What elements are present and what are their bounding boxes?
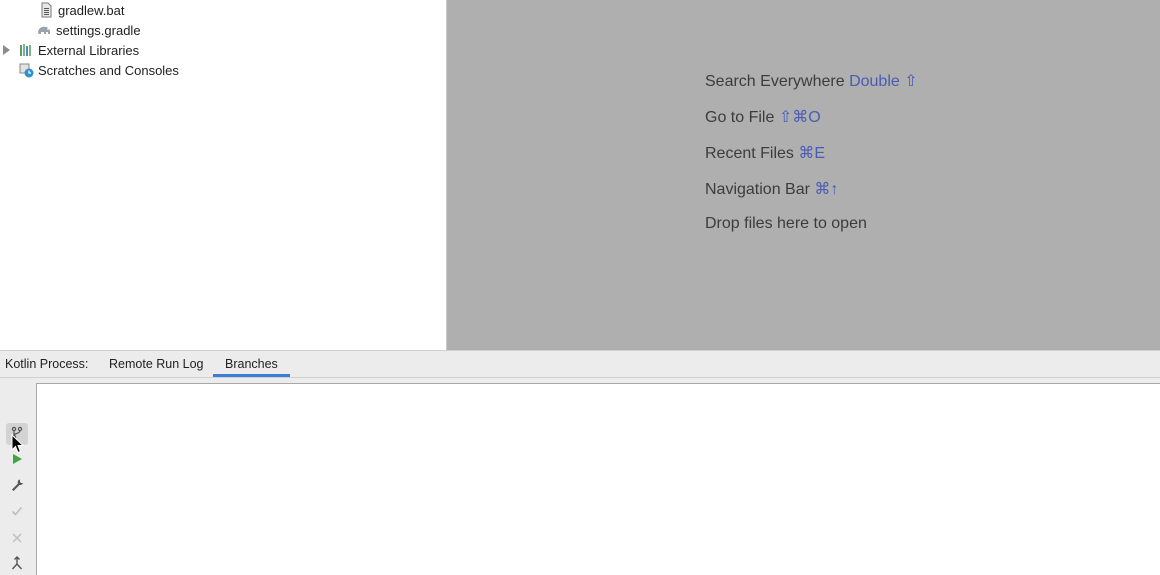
branches-content-panel[interactable] [36, 383, 1160, 575]
tree-item-label: gradlew.bat [58, 2, 125, 18]
scratches-icon [18, 62, 34, 78]
hint-shortcut: Double ⇧ [849, 73, 918, 90]
tab-remote-run-log[interactable]: Remote Run Log [109, 351, 204, 377]
hint-text: Navigation Bar [705, 181, 810, 198]
check-icon [11, 504, 23, 520]
run-icon [11, 452, 23, 468]
hint-shortcut: ⌘↑ [814, 181, 839, 198]
merge-button[interactable] [6, 553, 28, 575]
hint-text: Go to File [705, 109, 775, 126]
close-icon [12, 530, 22, 546]
hint-go-to-file: Go to File ⇧⌘O [705, 107, 821, 127]
hint-navigation-bar: Navigation Bar ⌘↑ [705, 179, 838, 199]
cancel-button[interactable] [6, 527, 28, 549]
gradle-elephant-icon [36, 22, 52, 38]
tree-item-external-libraries[interactable]: External Libraries [18, 40, 139, 60]
hint-drop-files: Drop files here to open [705, 215, 867, 233]
hint-shortcut: ⇧⌘O [778, 109, 821, 126]
bat-file-icon [38, 2, 54, 18]
library-icon [18, 42, 34, 58]
editor-empty-area[interactable]: Search Everywhere Double ⇧ Go to File ⇧⌘… [447, 0, 1160, 350]
tool-window-prefix: Kotlin Process: [5, 357, 89, 371]
tool-window-tab-bar: Kotlin Process: Remote Run Log Branches [0, 350, 1160, 378]
tree-item-gradlew-bat[interactable]: gradlew.bat [38, 0, 125, 20]
mouse-cursor-icon [11, 434, 25, 454]
apply-button[interactable] [6, 501, 28, 523]
tree-item-settings-gradle[interactable]: settings.gradle [36, 20, 141, 40]
tree-item-scratches-consoles[interactable]: Scratches and Consoles [18, 60, 179, 80]
tree-item-label: Scratches and Consoles [38, 62, 179, 78]
tab-branches[interactable]: Branches [213, 351, 290, 377]
hint-search-everywhere: Search Everywhere Double ⇧ [705, 71, 918, 91]
merge-icon [11, 555, 23, 573]
hint-text: Search Everywhere [705, 73, 845, 90]
project-tree-panel: gradlew.bat settings.gradle External Lib… [0, 0, 447, 350]
tree-item-label: External Libraries [38, 42, 140, 58]
hint-text: Recent Files [705, 145, 794, 162]
hint-text: Drop files here to open [705, 215, 867, 232]
hint-shortcut: ⌘E [798, 145, 826, 162]
expand-arrow-icon[interactable] [3, 45, 10, 55]
settings-button[interactable] [6, 475, 28, 497]
tree-item-label: settings.gradle [56, 22, 141, 38]
wrench-icon [10, 478, 24, 495]
hint-recent-files: Recent Files ⌘E [705, 143, 825, 163]
tool-window-body [0, 378, 1160, 575]
